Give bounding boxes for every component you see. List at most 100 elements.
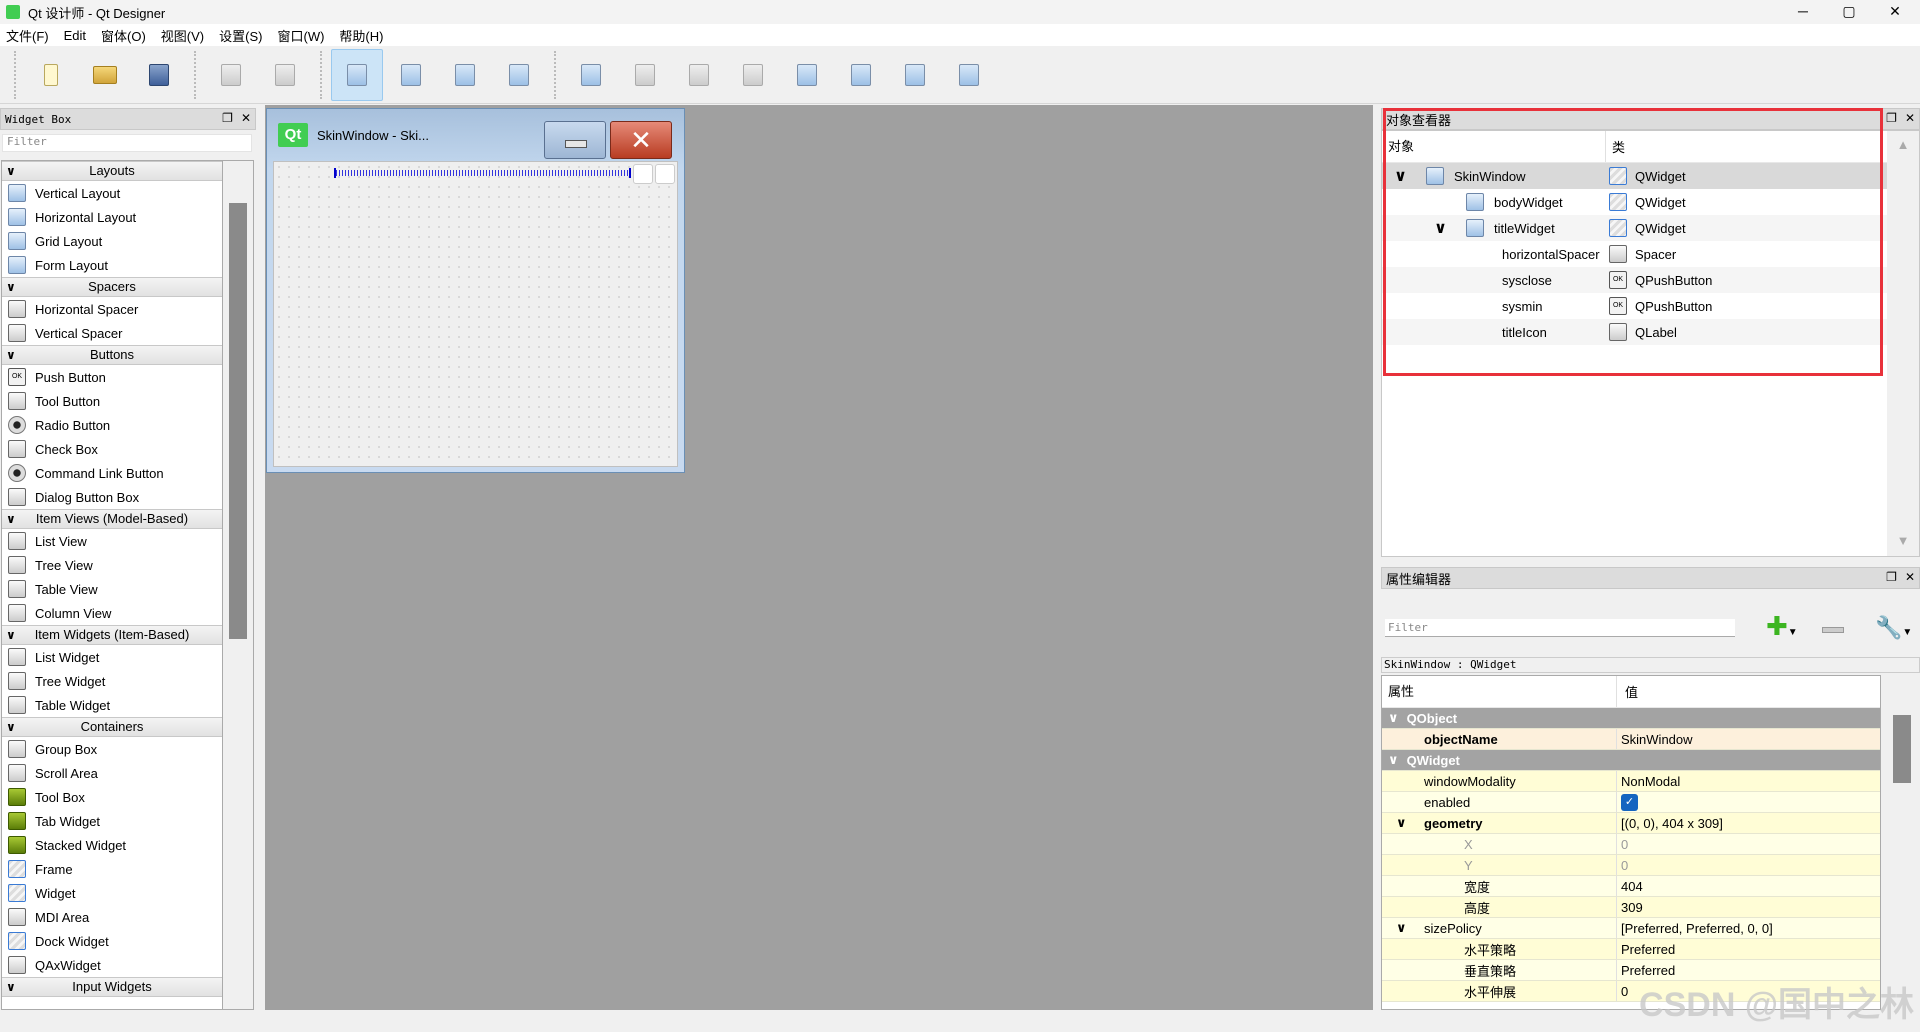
widget-item-group-box[interactable]: Group Box bbox=[2, 737, 222, 761]
cut-copy-button[interactable] bbox=[205, 49, 257, 101]
menu-item[interactable]: 帮助(H) bbox=[339, 26, 383, 45]
float-icon[interactable]: ❐ bbox=[1886, 111, 1897, 125]
property-row-enabled[interactable]: enabled ✓ bbox=[1382, 792, 1880, 813]
widget-item-tree-view[interactable]: Tree View bbox=[2, 553, 222, 577]
property-value-cell[interactable]: [(0, 0), 404 x 309] bbox=[1617, 816, 1723, 831]
horizontal-spacer-widget[interactable] bbox=[334, 168, 631, 178]
layout-form-button[interactable] bbox=[835, 49, 887, 101]
chevron-down-icon[interactable]: ∨ bbox=[1394, 166, 1407, 186]
edit-tab-order-button[interactable] bbox=[493, 49, 545, 101]
property-row-X[interactable]: X0 bbox=[1382, 834, 1880, 855]
chevron-down-icon[interactable]: ∨ bbox=[1396, 920, 1407, 936]
open-button[interactable] bbox=[79, 49, 131, 101]
widget-item-dock-widget[interactable]: Dock Widget bbox=[2, 929, 222, 953]
property-row-windowModality[interactable]: windowModality NonModal bbox=[1382, 771, 1880, 792]
configure-wrench-icon[interactable]: 🔧▼ bbox=[1875, 615, 1912, 641]
widget-item-stacked-widget[interactable]: Stacked Widget bbox=[2, 833, 222, 857]
float-icon[interactable]: ❐ bbox=[1886, 570, 1897, 584]
property-group-QWidget[interactable]: ∨ QWidget bbox=[1382, 750, 1880, 771]
maximize-button[interactable]: ▢ bbox=[1826, 0, 1872, 24]
column-property[interactable]: 属性 bbox=[1382, 676, 1617, 707]
form-close-button[interactable]: ✕ bbox=[610, 121, 672, 159]
column-object[interactable]: 对象 bbox=[1382, 131, 1606, 162]
property-filter-input[interactable]: Filter bbox=[1385, 619, 1735, 637]
layout-grid-button[interactable] bbox=[781, 49, 833, 101]
close-icon[interactable]: ✕ bbox=[1905, 570, 1915, 584]
widget-item-frame[interactable]: Frame bbox=[2, 857, 222, 881]
widget-item-tree-widget[interactable]: Tree Widget bbox=[2, 669, 222, 693]
property-value-cell[interactable]: 309 bbox=[1617, 900, 1643, 915]
property-value-cell[interactable]: NonModal bbox=[1617, 774, 1680, 789]
category-input-widgets[interactable]: ∨ Input Widgets bbox=[2, 977, 222, 997]
widget-box-filter-input[interactable]: Filter bbox=[2, 134, 252, 152]
object-inspector-scrollbar[interactable]: ▲ ▼ bbox=[1887, 131, 1919, 556]
edit-buddies-button[interactable] bbox=[439, 49, 491, 101]
object-row-titleIcon[interactable]: titleIcon QLabel bbox=[1382, 319, 1889, 345]
form-canvas[interactable] bbox=[273, 161, 678, 467]
property-editor-scrollbar[interactable] bbox=[1881, 675, 1920, 1010]
object-row-SkinWindow[interactable]: ∨ SkinWindow QWidget bbox=[1382, 163, 1889, 189]
scroll-up-icon[interactable]: ▲ bbox=[1887, 137, 1919, 152]
chevron-down-icon[interactable]: ∨ bbox=[1434, 218, 1447, 238]
scrollbar-thumb[interactable] bbox=[1893, 715, 1911, 783]
object-row-sysclose[interactable]: sysclose OK QPushButton bbox=[1382, 267, 1889, 293]
property-value-cell[interactable]: SkinWindow bbox=[1617, 732, 1693, 747]
category-layouts[interactable]: ∨ Layouts bbox=[2, 161, 222, 181]
widget-item-list-widget[interactable]: List Widget bbox=[2, 645, 222, 669]
column-class[interactable]: 类 bbox=[1606, 137, 1625, 156]
edit-signals-slots-button[interactable] bbox=[385, 49, 437, 101]
adjust-size-button[interactable] bbox=[943, 49, 995, 101]
widget-item-command-link[interactable]: Command Link Button bbox=[2, 461, 222, 485]
widget-item-radio-button[interactable]: Radio Button bbox=[2, 413, 222, 437]
property-row-geometry[interactable]: ∨ geometry [(0, 0), 404 x 309] bbox=[1382, 813, 1880, 834]
widget-item-scroll-area[interactable]: Scroll Area bbox=[2, 761, 222, 785]
property-row-sizePolicy[interactable]: ∨ sizePolicy [Preferred, Preferred, 0, 0] bbox=[1382, 918, 1880, 939]
property-value-cell[interactable]: [Preferred, Preferred, 0, 0] bbox=[1617, 921, 1773, 936]
widget-item-push-button[interactable]: OK Push Button bbox=[2, 365, 222, 389]
property-row-高度[interactable]: 高度 309 bbox=[1382, 897, 1880, 918]
widget-item-vertical-spacer[interactable]: Vertical Spacer bbox=[2, 321, 222, 345]
minimize-button[interactable]: ─ bbox=[1780, 0, 1826, 24]
property-value-cell[interactable]: Preferred bbox=[1617, 942, 1675, 957]
widget-item-tool-box[interactable]: Tool Box bbox=[2, 785, 222, 809]
menu-item[interactable]: 文件(F) bbox=[6, 26, 49, 45]
close-icon[interactable]: ✕ bbox=[1905, 111, 1915, 125]
break-layout-button[interactable] bbox=[889, 49, 941, 101]
chevron-down-icon[interactable]: ∨ bbox=[1396, 815, 1407, 831]
chevron-down-icon[interactable]: ∨ bbox=[1388, 710, 1399, 726]
menu-item[interactable]: 窗体(O) bbox=[101, 26, 146, 45]
widget-item-list-view[interactable]: List View bbox=[2, 529, 222, 553]
object-row-horizontalSpacer[interactable]: horizontalSpacer Spacer bbox=[1382, 241, 1889, 267]
object-row-titleWidget[interactable]: ∨ titleWidget QWidget bbox=[1382, 215, 1889, 241]
menu-item[interactable]: 视图(V) bbox=[161, 26, 204, 45]
property-value-cell[interactable]: ✓ bbox=[1617, 793, 1638, 811]
category-containers[interactable]: ∨ Containers bbox=[2, 717, 222, 737]
category-buttons[interactable]: ∨ Buttons bbox=[2, 345, 222, 365]
category-item-views-model-based-[interactable]: ∨ Item Views (Model-Based) bbox=[2, 509, 222, 529]
widget-item-column-view[interactable]: Column View bbox=[2, 601, 222, 625]
property-value-cell[interactable]: Preferred bbox=[1617, 963, 1675, 978]
remove-property-icon[interactable] bbox=[1822, 627, 1844, 633]
menu-item[interactable]: 窗口(W) bbox=[277, 26, 324, 45]
new-button[interactable] bbox=[25, 49, 77, 101]
widget-item-form-layout[interactable]: Form Layout bbox=[2, 253, 222, 277]
form-window-skinwindow[interactable]: Qt SkinWindow - Ski... ✕ bbox=[266, 108, 685, 473]
widget-item-table-view[interactable]: Table View bbox=[2, 577, 222, 601]
widget-item-tool-button[interactable]: Tool Button bbox=[2, 389, 222, 413]
widget-box-scrollbar[interactable] bbox=[223, 160, 254, 1010]
float-icon[interactable]: ❐ bbox=[222, 111, 233, 125]
widget-item-widget[interactable]: Widget bbox=[2, 881, 222, 905]
widget-item-tab-widget[interactable]: Tab Widget bbox=[2, 809, 222, 833]
property-value-cell[interactable]: 0 bbox=[1617, 837, 1628, 852]
property-row-Y[interactable]: Y0 bbox=[1382, 855, 1880, 876]
widget-item-mdi-area[interactable]: MDI Area bbox=[2, 905, 222, 929]
property-value-cell[interactable]: 0 bbox=[1617, 858, 1628, 873]
widget-item-vertical-layout[interactable]: Vertical Layout bbox=[2, 181, 222, 205]
scrollbar-thumb[interactable] bbox=[229, 203, 247, 639]
widget-item-horizontal-spacer[interactable]: Horizontal Spacer bbox=[2, 297, 222, 321]
paste-button[interactable] bbox=[259, 49, 311, 101]
scroll-down-icon[interactable]: ▼ bbox=[1887, 533, 1919, 548]
form-minimize-button[interactable] bbox=[544, 121, 606, 159]
property-row-宽度[interactable]: 宽度 404 bbox=[1382, 876, 1880, 897]
widget-item-table-widget[interactable]: Table Widget bbox=[2, 693, 222, 717]
